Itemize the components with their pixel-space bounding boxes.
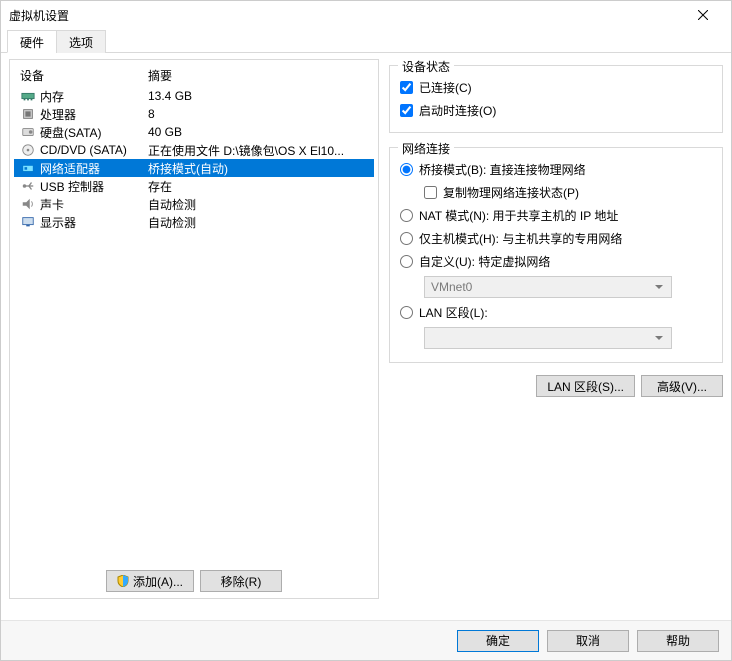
hw-summary: 桥接模式(自动): [148, 160, 368, 177]
col-summary: 摘要: [148, 67, 368, 84]
connected-checkbox-row[interactable]: 已连接(C): [400, 76, 712, 99]
hostonly-radio[interactable]: [400, 232, 413, 245]
connected-label: 已连接(C): [419, 79, 472, 96]
close-button[interactable]: [683, 1, 723, 29]
hw-name: 处理器: [40, 106, 148, 123]
cd-icon: [20, 142, 36, 158]
col-device: 设备: [20, 67, 148, 84]
lan-segment-label: LAN 区段(L):: [419, 304, 488, 321]
lan-segment-radio[interactable]: [400, 306, 413, 319]
advanced-button[interactable]: 高级(V)...: [641, 375, 723, 397]
help-button[interactable]: 帮助: [637, 630, 719, 652]
sound-icon: [20, 196, 36, 212]
cpu-icon: [20, 106, 36, 122]
hw-name: CD/DVD (SATA): [40, 143, 148, 157]
replicate-checkbox[interactable]: [424, 186, 437, 199]
cancel-button[interactable]: 取消: [547, 630, 629, 652]
nic-icon: [20, 160, 36, 176]
ok-button[interactable]: 确定: [457, 630, 539, 652]
hw-name: 内存: [40, 88, 148, 105]
hw-summary: 13.4 GB: [148, 89, 368, 103]
lan-segments-button[interactable]: LAN 区段(S)...: [536, 375, 635, 397]
add-button[interactable]: 添加(A)...: [106, 570, 194, 592]
nat-radio-row[interactable]: NAT 模式(N): 用于共享主机的 IP 地址: [400, 204, 712, 227]
close-icon: [698, 10, 708, 20]
nat-radio[interactable]: [400, 209, 413, 222]
hardware-list-header: 设备 摘要: [14, 64, 374, 87]
device-status-group: 设备状态 已连接(C) 启动时连接(O): [389, 65, 723, 133]
replicate-label: 复制物理网络连接状态(P): [443, 184, 579, 201]
hostonly-label: 仅主机模式(H): 与主机共享的专用网络: [419, 230, 622, 247]
window-title: 虚拟机设置: [9, 7, 683, 24]
connected-checkbox[interactable]: [400, 81, 413, 94]
poweron-checkbox[interactable]: [400, 104, 413, 117]
add-button-label: 添加(A)...: [133, 573, 183, 590]
hw-row-memory[interactable]: 内存 13.4 GB: [14, 87, 374, 105]
hw-name: 显示器: [40, 214, 148, 231]
hostonly-radio-row[interactable]: 仅主机模式(H): 与主机共享的专用网络: [400, 227, 712, 250]
hw-name: 硬盘(SATA): [40, 124, 148, 141]
hw-summary: 自动检测: [148, 214, 368, 231]
bridged-label: 桥接模式(B): 直接连接物理网络: [419, 161, 586, 178]
hw-row-network[interactable]: 网络适配器 桥接模式(自动): [14, 159, 374, 177]
hw-summary: 自动检测: [148, 196, 368, 213]
custom-label: 自定义(U): 特定虚拟网络: [419, 253, 550, 270]
hw-summary: 40 GB: [148, 125, 368, 139]
remove-button[interactable]: 移除(R): [200, 570, 282, 592]
hw-row-disk[interactable]: 硬盘(SATA) 40 GB: [14, 123, 374, 141]
hw-name: 网络适配器: [40, 160, 148, 177]
hw-summary: 正在使用文件 D:\镜像包\OS X El10...: [148, 142, 368, 159]
poweron-checkbox-row[interactable]: 启动时连接(O): [400, 99, 712, 122]
network-connection-group: 网络连接 桥接模式(B): 直接连接物理网络 复制物理网络连接状态(P) NAT…: [389, 147, 723, 363]
poweron-label: 启动时连接(O): [419, 102, 496, 119]
hw-name: USB 控制器: [40, 178, 148, 195]
custom-radio-row[interactable]: 自定义(U): 特定虚拟网络: [400, 250, 712, 273]
hw-name: 声卡: [40, 196, 148, 213]
device-status-title: 设备状态: [398, 58, 454, 75]
network-connection-title: 网络连接: [398, 140, 454, 157]
hw-row-display[interactable]: 显示器 自动检测: [14, 213, 374, 231]
hw-row-usb[interactable]: USB 控制器 存在: [14, 177, 374, 195]
bridged-radio-row[interactable]: 桥接模式(B): 直接连接物理网络: [400, 158, 712, 181]
hw-row-cpu[interactable]: 处理器 8: [14, 105, 374, 123]
hw-row-cd[interactable]: CD/DVD (SATA) 正在使用文件 D:\镜像包\OS X El10...: [14, 141, 374, 159]
dialog-footer: 确定 取消 帮助: [1, 620, 731, 660]
custom-radio[interactable]: [400, 255, 413, 268]
lan-segment-radio-row[interactable]: LAN 区段(L):: [400, 301, 712, 324]
nat-label: NAT 模式(N): 用于共享主机的 IP 地址: [419, 207, 618, 224]
hw-row-sound[interactable]: 声卡 自动检测: [14, 195, 374, 213]
usb-icon: [20, 178, 36, 194]
hardware-list[interactable]: 设备 摘要 内存 13.4 GB 处理器 8 硬盘(SATA) 40 GB CD…: [14, 64, 374, 564]
memory-icon: [20, 88, 36, 104]
replicate-checkbox-row[interactable]: 复制物理网络连接状态(P): [400, 181, 712, 204]
bridged-radio[interactable]: [400, 163, 413, 176]
disk-icon: [20, 124, 36, 140]
shield-icon: [117, 575, 129, 587]
tab-hardware[interactable]: 硬件: [7, 30, 57, 53]
tab-options[interactable]: 选项: [56, 30, 106, 53]
hardware-panel: 设备 摘要 内存 13.4 GB 处理器 8 硬盘(SATA) 40 GB CD…: [9, 59, 379, 599]
hw-summary: 存在: [148, 178, 368, 195]
display-icon: [20, 214, 36, 230]
hw-summary: 8: [148, 107, 368, 121]
lan-segment-combo: [424, 327, 672, 349]
custom-vmnet-combo: VMnet0: [424, 276, 672, 298]
